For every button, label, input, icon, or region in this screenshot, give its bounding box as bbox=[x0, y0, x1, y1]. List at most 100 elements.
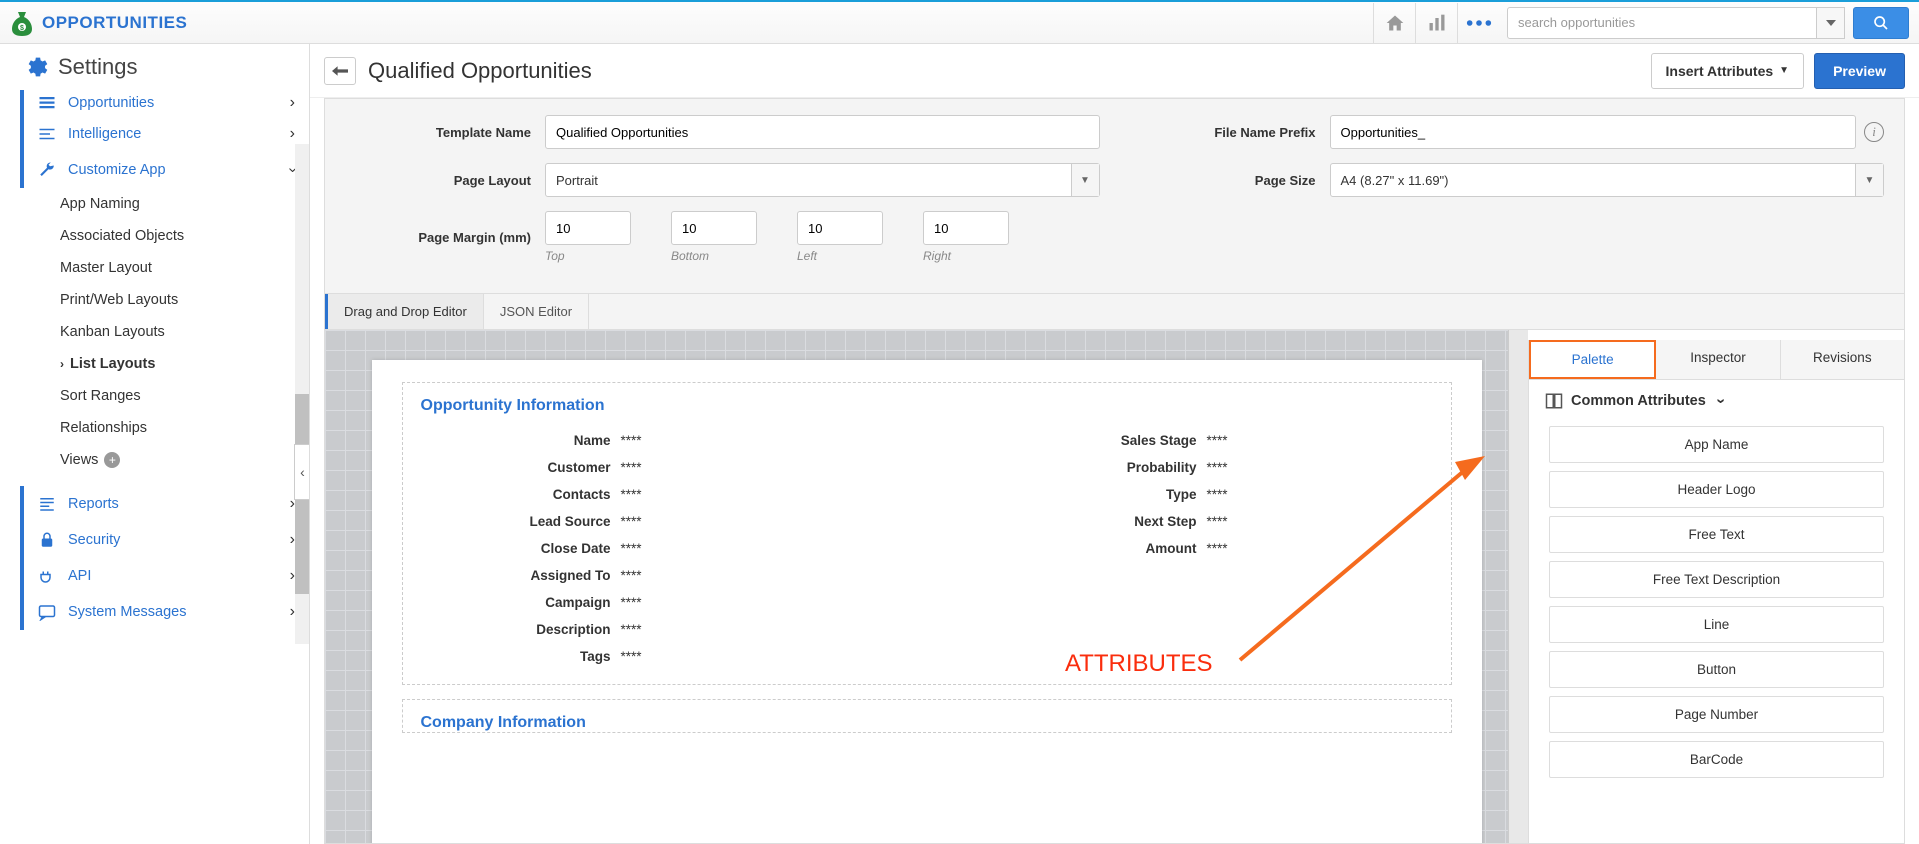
sidebar-item-customize-app[interactable]: Customize App › bbox=[20, 152, 309, 188]
field-row[interactable]: Close Date**** bbox=[421, 535, 907, 562]
field-row[interactable]: Customer**** bbox=[421, 454, 907, 481]
canvas-scrollbar[interactable] bbox=[1508, 330, 1528, 843]
section-company-info[interactable]: Company Information bbox=[402, 699, 1452, 733]
field-row[interactable]: Description**** bbox=[421, 616, 907, 643]
margin-bottom-input[interactable] bbox=[671, 211, 757, 245]
analytics-icon-button[interactable] bbox=[1415, 3, 1457, 43]
palette-item[interactable]: BarCode bbox=[1549, 741, 1884, 778]
search-input[interactable] bbox=[1507, 7, 1817, 39]
field-value: **** bbox=[621, 541, 642, 556]
margin-right-input[interactable] bbox=[923, 211, 1009, 245]
margin-left-caption: Left bbox=[797, 249, 883, 263]
common-attributes-header[interactable]: Common Attributes › bbox=[1529, 380, 1904, 422]
sidebar-sub-relationships[interactable]: Relationships bbox=[20, 412, 309, 444]
sidebar-item-intelligence[interactable]: Intelligence › bbox=[20, 116, 309, 152]
svg-text:$: $ bbox=[20, 25, 24, 32]
file-prefix-input[interactable] bbox=[1330, 115, 1857, 149]
tab-drag-drop-editor[interactable]: Drag and Drop Editor bbox=[325, 294, 484, 329]
palette-item[interactable]: Button bbox=[1549, 651, 1884, 688]
sidebar-sub-print-web-layouts[interactable]: Print/Web Layouts bbox=[20, 284, 309, 316]
annotation-arrow-icon bbox=[1225, 450, 1485, 670]
message-icon bbox=[38, 603, 56, 621]
home-icon-button[interactable] bbox=[1373, 3, 1415, 43]
field-label: Sales Stage bbox=[947, 433, 1207, 448]
palette-item[interactable]: Page Number bbox=[1549, 696, 1884, 733]
palette-tab-revisions[interactable]: Revisions bbox=[1781, 340, 1904, 379]
caret-down-icon: ▼ bbox=[1779, 65, 1789, 76]
palette-item[interactable]: Line bbox=[1549, 606, 1884, 643]
field-row[interactable]: Assigned To**** bbox=[421, 562, 907, 589]
back-arrow-icon bbox=[332, 65, 348, 77]
tab-json-editor[interactable]: JSON Editor bbox=[484, 294, 589, 329]
palette-item[interactable]: Free Text bbox=[1549, 516, 1884, 553]
preview-button[interactable]: Preview bbox=[1814, 53, 1905, 89]
margin-top-input[interactable] bbox=[545, 211, 631, 245]
field-label: Customer bbox=[421, 460, 621, 475]
file-prefix-label: File Name Prefix bbox=[1130, 125, 1330, 140]
insert-attributes-button[interactable]: Insert Attributes ▼ bbox=[1651, 53, 1805, 89]
field-value: **** bbox=[1207, 433, 1228, 448]
margin-right-caption: Right bbox=[923, 249, 1009, 263]
field-row[interactable]: Tags**** bbox=[421, 643, 907, 670]
sidebar-sub-sort-ranges[interactable]: Sort Ranges bbox=[20, 380, 309, 412]
back-button[interactable] bbox=[324, 57, 356, 85]
sidebar-item-system-messages[interactable]: System Messages › bbox=[20, 594, 309, 630]
palette-tab-palette[interactable]: Palette bbox=[1529, 340, 1656, 379]
gear-icon bbox=[24, 54, 50, 80]
field-label: Next Step bbox=[947, 514, 1207, 529]
sidebar-item-reports[interactable]: Reports › bbox=[20, 486, 309, 522]
settings-sidebar: Settings Opportunities › Intelligence › … bbox=[0, 44, 310, 844]
field-value: **** bbox=[621, 460, 642, 475]
page-layout-select[interactable]: Portrait ▼ bbox=[545, 163, 1100, 197]
search-button[interactable] bbox=[1853, 7, 1909, 39]
palette-item[interactable]: Free Text Description bbox=[1549, 561, 1884, 598]
template-name-input[interactable] bbox=[545, 115, 1100, 149]
field-value: **** bbox=[621, 568, 642, 583]
section-title: Opportunity Information bbox=[421, 397, 1433, 415]
money-bag-icon: $ bbox=[10, 10, 34, 36]
intel-icon bbox=[38, 125, 56, 143]
chevron-down-icon: › bbox=[1711, 398, 1729, 403]
chevron-right-icon: › bbox=[290, 125, 295, 143]
sidebar-sub-app-naming[interactable]: App Naming bbox=[20, 188, 309, 220]
app-logo[interactable]: $ OPPORTUNITIES bbox=[10, 10, 187, 36]
sidebar-collapse-toggle[interactable]: ‹ bbox=[294, 444, 310, 500]
field-label: Amount bbox=[947, 541, 1207, 556]
field-value: **** bbox=[621, 433, 642, 448]
sidebar-title: Settings bbox=[0, 44, 309, 90]
palette-item[interactable]: App Name bbox=[1549, 426, 1884, 463]
layout-canvas[interactable]: Opportunity Information Name****Customer… bbox=[325, 330, 1528, 843]
palette-tab-inspector[interactable]: Inspector bbox=[1656, 340, 1780, 379]
sidebar-sub-kanban-layouts[interactable]: Kanban Layouts bbox=[20, 316, 309, 348]
field-label: Description bbox=[421, 622, 621, 637]
bar-chart-icon bbox=[1427, 13, 1447, 33]
report-icon bbox=[38, 495, 56, 513]
field-label: Name bbox=[421, 433, 621, 448]
field-value: **** bbox=[621, 487, 642, 502]
info-icon[interactable]: i bbox=[1864, 122, 1884, 142]
field-label: Probability bbox=[947, 460, 1207, 475]
field-value: **** bbox=[621, 595, 642, 610]
sidebar-scrollbar[interactable] bbox=[295, 144, 309, 644]
search-dropdown[interactable] bbox=[1817, 7, 1845, 39]
dots-icon bbox=[1465, 18, 1493, 28]
section-title: Company Information bbox=[421, 714, 1433, 732]
margin-left-input[interactable] bbox=[797, 211, 883, 245]
list-icon bbox=[38, 94, 56, 112]
sidebar-item-security[interactable]: Security › bbox=[20, 522, 309, 558]
template-name-label: Template Name bbox=[345, 125, 545, 140]
field-row[interactable]: Contacts**** bbox=[421, 481, 907, 508]
palette-item[interactable]: Header Logo bbox=[1549, 471, 1884, 508]
more-options-button[interactable] bbox=[1457, 3, 1499, 43]
field-row[interactable]: Campaign**** bbox=[421, 589, 907, 616]
plus-icon[interactable]: + bbox=[104, 452, 120, 468]
sidebar-item-api[interactable]: API › bbox=[20, 558, 309, 594]
sidebar-sub-list-layouts[interactable]: ›List Layouts bbox=[20, 348, 309, 380]
field-row[interactable]: Lead Source**** bbox=[421, 508, 907, 535]
page-size-select[interactable]: A4 (8.27" x 11.69") ▼ bbox=[1330, 163, 1885, 197]
sidebar-sub-associated-objects[interactable]: Associated Objects bbox=[20, 220, 309, 252]
sidebar-item-opportunities[interactable]: Opportunities › bbox=[20, 90, 309, 116]
field-row[interactable]: Name**** bbox=[421, 427, 907, 454]
sidebar-sub-master-layout[interactable]: Master Layout bbox=[20, 252, 309, 284]
sidebar-sub-views[interactable]: Views+ bbox=[20, 444, 309, 476]
